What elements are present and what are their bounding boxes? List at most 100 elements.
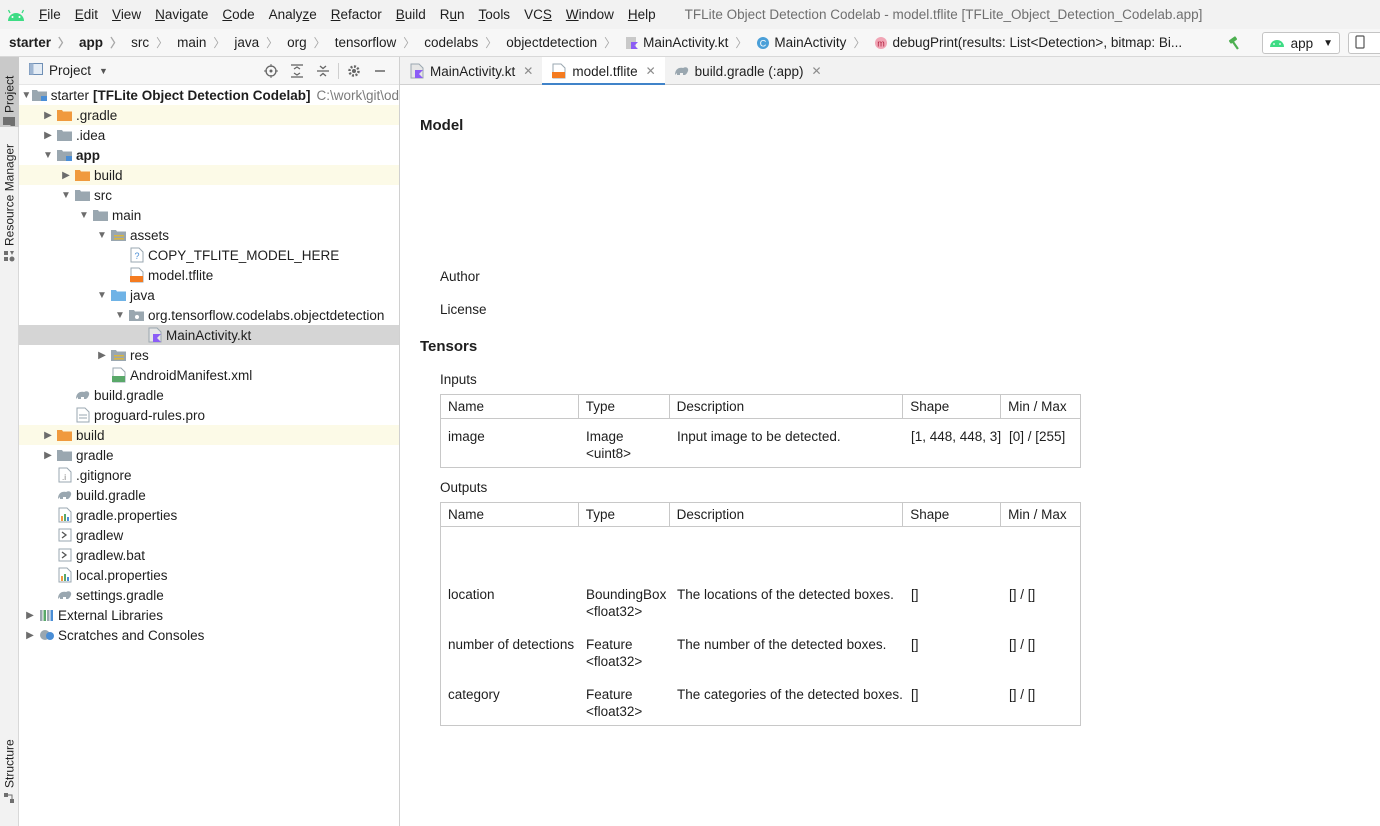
- chevron-right-icon[interactable]: ▶: [39, 110, 57, 121]
- tree-item-gitignore[interactable]: ▶ .i .gitignore: [19, 465, 399, 485]
- breadcrumb-debugprint[interactable]: m debugPrint(results: List<Detection>, b…: [865, 35, 1182, 50]
- breadcrumb-src[interactable]: src 〉: [122, 34, 168, 51]
- breadcrumb-mainactivity-class[interactable]: C MainActivity 〉: [747, 34, 865, 51]
- tree-item-package[interactable]: ▼ org.tensorflow.codelabs.objectdetectio…: [19, 305, 399, 325]
- tool-tab-structure[interactable]: Structure: [0, 729, 19, 804]
- cell-description: The locations of the detected boxes.: [677, 587, 894, 602]
- locate-file-icon[interactable]: [258, 60, 284, 82]
- tree-item-label: main: [112, 207, 142, 223]
- menu-vcs[interactable]: VCS: [517, 7, 559, 22]
- menu-help[interactable]: Help: [621, 7, 663, 22]
- tab-build-gradle-app[interactable]: build.gradle (:app) ✕: [665, 57, 831, 85]
- menu-mnemonic: H: [627, 7, 638, 22]
- chevron-down-icon[interactable]: ▼: [39, 150, 57, 161]
- gear-icon[interactable]: [341, 60, 367, 82]
- chevron-right-icon[interactable]: ▶: [21, 630, 39, 641]
- tree-item-gradle-properties[interactable]: ▶ gradle.properties: [19, 505, 399, 525]
- breadcrumb-org[interactable]: org 〉: [278, 34, 326, 51]
- tree-item-starter[interactable]: ▼ starter [TFLite Object Detection Codel…: [19, 85, 399, 105]
- expand-all-icon[interactable]: [284, 60, 310, 82]
- tree-item-proguard[interactable]: ▶ proguard-rules.pro: [19, 405, 399, 425]
- menu-build[interactable]: Build: [389, 7, 433, 22]
- tool-tab-resource-manager[interactable]: Resource Manager: [0, 137, 19, 262]
- close-icon[interactable]: ✕: [812, 64, 822, 78]
- chevron-right-icon[interactable]: ▶: [93, 350, 111, 361]
- tree-item-external-libraries[interactable]: ▶ External Libraries: [19, 605, 399, 625]
- tree-item-root-build[interactable]: ▶ build: [19, 425, 399, 445]
- run-configuration-select[interactable]: app ▼: [1261, 32, 1340, 54]
- hammer-icon[interactable]: [1224, 32, 1246, 54]
- chevron-down-icon[interactable]: ▼: [21, 90, 32, 101]
- tree-item-root-build-gradle[interactable]: ▶ build.gradle: [19, 485, 399, 505]
- tree-item-gradle-dir[interactable]: ▶ .gradle: [19, 105, 399, 125]
- res-folder-icon: [111, 347, 127, 363]
- tree-item-gradlew[interactable]: ▶ gradlew: [19, 525, 399, 545]
- chevron-right-icon[interactable]: ▶: [21, 610, 39, 621]
- license-label: License: [440, 302, 487, 317]
- tree-item-settings-gradle[interactable]: ▶ settings.gradle: [19, 585, 399, 605]
- chevron-down-icon[interactable]: ▼: [93, 290, 111, 301]
- chevron-down-icon[interactable]: ▼: [111, 310, 129, 321]
- tree-item-copy-model-here[interactable]: ▶ ? COPY_TFLITE_MODEL_HERE: [19, 245, 399, 265]
- table-header: Name Type Description Shape Min / Max: [441, 395, 1080, 419]
- device-select[interactable]: [1348, 32, 1380, 54]
- tree-item-mainactivity[interactable]: ▶ MainActivity.kt: [19, 325, 399, 345]
- menu-refactor[interactable]: Refactor: [324, 7, 389, 22]
- chevron-down-icon[interactable]: ▼: [75, 210, 93, 221]
- menu-view[interactable]: View: [105, 7, 148, 22]
- tree-item-idea[interactable]: ▶ .idea: [19, 125, 399, 145]
- menu-run[interactable]: Run: [433, 7, 472, 22]
- tree-item-assets[interactable]: ▼ assets: [19, 225, 399, 245]
- tree-item-app-build-gradle[interactable]: ▶ build.gradle: [19, 385, 399, 405]
- chevron-right-icon[interactable]: ▶: [57, 170, 75, 181]
- breadcrumb-starter[interactable]: starter 〉: [0, 34, 70, 51]
- breadcrumb-app[interactable]: app 〉: [70, 34, 122, 51]
- collapse-all-icon[interactable]: [310, 60, 336, 82]
- chevron-right-icon[interactable]: ▶: [39, 430, 57, 441]
- menu-tools[interactable]: Tools: [472, 7, 518, 22]
- tree-item-gradle-folder[interactable]: ▶ gradle: [19, 445, 399, 465]
- menu-mnemonic: C: [222, 7, 233, 22]
- tree-item-label: External Libraries: [58, 607, 164, 623]
- tree-item-local-properties[interactable]: ▶ local.properties: [19, 565, 399, 585]
- tab-model-tflite[interactable]: model.tflite ✕: [542, 57, 666, 86]
- tree-item-manifest[interactable]: ▶ AndroidManifest.xml: [19, 365, 399, 385]
- chevron-right-icon[interactable]: ▶: [39, 450, 57, 461]
- breadcrumb-codelabs[interactable]: codelabs 〉: [415, 34, 497, 51]
- tree-item-app[interactable]: ▼ app: [19, 145, 399, 165]
- tree-item-java[interactable]: ▼ java: [19, 285, 399, 305]
- properties-file-icon: [57, 507, 73, 523]
- tree-item-app-build[interactable]: ▶ build: [19, 165, 399, 185]
- menu-analyze[interactable]: Analyze: [262, 7, 324, 22]
- tree-item-res[interactable]: ▶ res: [19, 345, 399, 365]
- breadcrumb-java[interactable]: java 〉: [225, 34, 278, 51]
- menu-mnemonic: V: [112, 7, 121, 22]
- tool-tab-project[interactable]: Project: [0, 57, 19, 127]
- chevron-right-icon[interactable]: ▶: [39, 130, 57, 141]
- menu-edit[interactable]: Edit: [68, 7, 105, 22]
- tab-mainactivity[interactable]: MainActivity.kt ✕: [400, 57, 542, 85]
- table-row: number of detections Feature <float32> Th…: [441, 636, 1081, 670]
- minimize-icon[interactable]: [367, 60, 393, 82]
- close-icon[interactable]: ✕: [646, 64, 656, 78]
- chevron-down-icon[interactable]: ▼: [99, 66, 108, 76]
- tree-item-model-tflite[interactable]: ▶ model.tflite: [19, 265, 399, 285]
- breadcrumb-tensorflow[interactable]: tensorflow 〉: [326, 34, 416, 51]
- close-icon[interactable]: ✕: [523, 64, 533, 78]
- tree-item-scratches[interactable]: ▶ Scratches and Consoles: [19, 625, 399, 645]
- project-view-selector[interactable]: Project: [49, 63, 91, 78]
- column-header-minmax: Min / Max: [1008, 399, 1067, 414]
- chevron-down-icon[interactable]: ▼: [57, 190, 75, 201]
- breadcrumb-mainactivity-file[interactable]: MainActivity.kt 〉: [616, 34, 747, 51]
- menu-window[interactable]: Window: [559, 7, 621, 22]
- menu-navigate[interactable]: Navigate: [148, 7, 215, 22]
- menu-code[interactable]: Code: [215, 7, 261, 22]
- breadcrumb-main[interactable]: main 〉: [168, 34, 225, 51]
- tree-item-main[interactable]: ▼ main: [19, 205, 399, 225]
- tree-item-label: model.tflite: [148, 267, 214, 283]
- tree-item-gradlew-bat[interactable]: ▶ gradlew.bat: [19, 545, 399, 565]
- chevron-down-icon[interactable]: ▼: [93, 230, 111, 241]
- tree-item-src[interactable]: ▼ src: [19, 185, 399, 205]
- breadcrumb-objectdetection[interactable]: objectdetection 〉: [497, 34, 616, 51]
- menu-file[interactable]: File: [32, 7, 68, 22]
